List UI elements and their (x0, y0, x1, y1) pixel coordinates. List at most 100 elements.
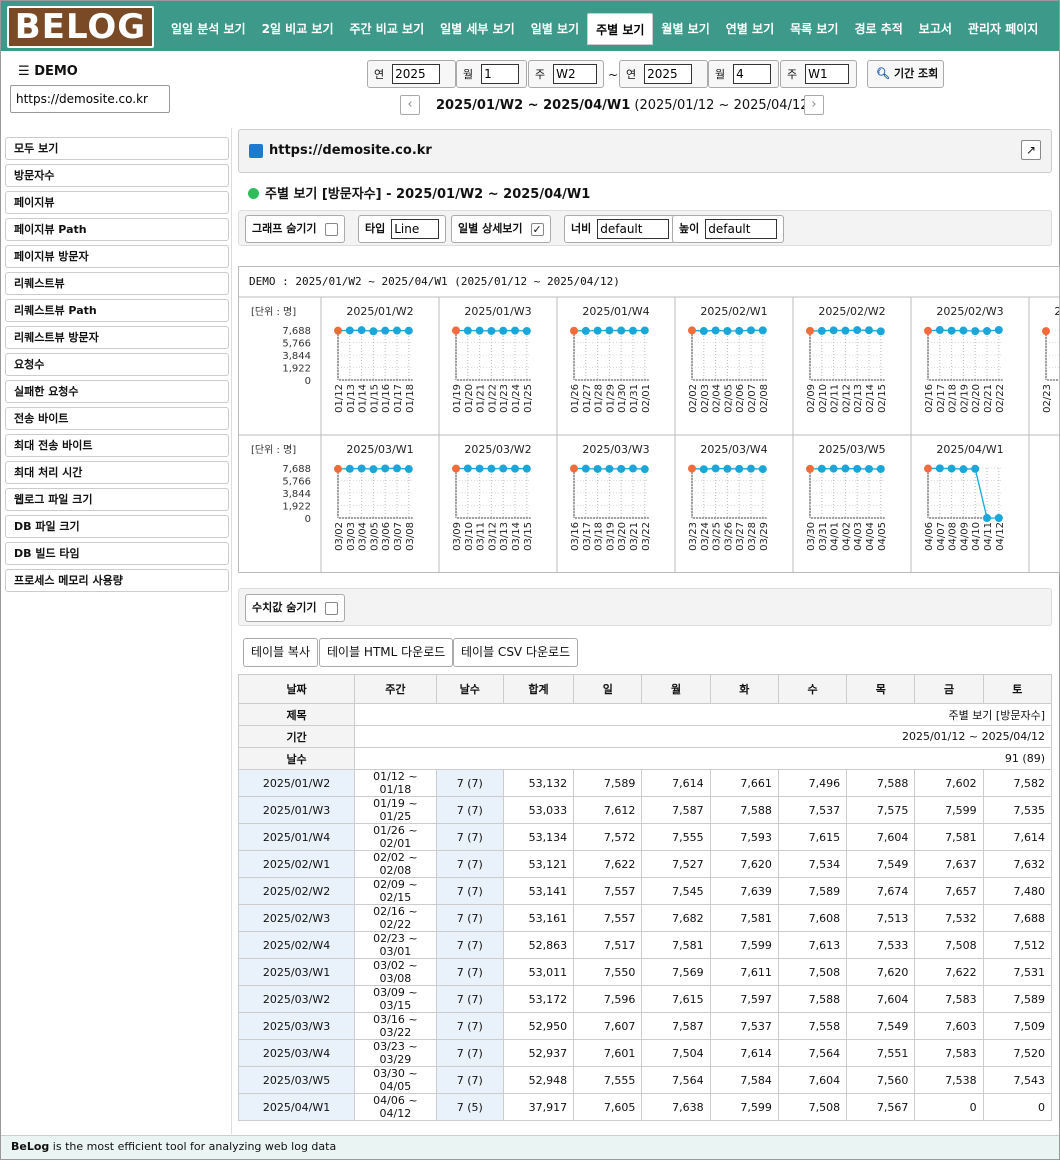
data-point[interactable] (699, 327, 708, 336)
data-point[interactable] (853, 464, 862, 473)
data-point[interactable] (994, 326, 1003, 334)
start-year-input[interactable] (392, 64, 441, 84)
sidebar-item[interactable]: 프로세스 메모리 사용량 (5, 569, 229, 592)
data-point[interactable] (865, 326, 873, 335)
end-year-input[interactable] (644, 64, 693, 84)
data-point[interactable] (452, 326, 460, 335)
data-point[interactable] (711, 464, 720, 473)
data-point[interactable] (404, 326, 413, 335)
data-point[interactable] (994, 514, 1003, 522)
nav-tab[interactable]: 일별 세부 보기 (432, 13, 523, 45)
data-point[interactable] (817, 326, 826, 335)
belog-logo[interactable]: BELOG (7, 6, 154, 48)
data-point[interactable] (735, 326, 744, 335)
data-point[interactable] (983, 514, 991, 522)
width-input[interactable] (597, 219, 670, 239)
data-point[interactable] (511, 326, 519, 335)
nav-tab[interactable]: 관리자 페이지 (960, 13, 1046, 45)
nav-tab[interactable]: 주간 비교 보기 (342, 13, 433, 45)
data-point[interactable] (758, 465, 767, 474)
sidebar-item[interactable]: DB 파일 크기 (5, 515, 229, 538)
data-point[interactable] (947, 326, 956, 335)
sidebar-item[interactable]: 요청수 (5, 353, 229, 376)
data-point[interactable] (959, 326, 968, 335)
menu-icon[interactable]: ☰ (18, 64, 30, 79)
data-point[interactable] (605, 464, 614, 473)
download-csv-button[interactable]: 테이블 CSV 다운로드 (453, 638, 579, 667)
external-link-icon[interactable]: ↗ (1021, 140, 1041, 160)
data-point[interactable] (841, 326, 850, 335)
next-period-button[interactable]: › (804, 95, 824, 115)
column-header[interactable]: 금 (914, 674, 984, 704)
data-point[interactable] (947, 464, 956, 473)
data-point[interactable] (817, 464, 826, 473)
end-week-input[interactable] (805, 64, 850, 84)
site-url-input[interactable] (10, 85, 170, 113)
data-point[interactable] (876, 327, 885, 336)
sidebar-item[interactable]: 페이지뷰 (5, 191, 229, 214)
data-point[interactable] (865, 464, 873, 473)
sidebar-item[interactable]: 최대 전송 바이트 (5, 434, 229, 457)
data-point[interactable] (334, 326, 342, 335)
data-point[interactable] (452, 464, 460, 473)
sidebar-item[interactable]: 모두 보기 (5, 137, 229, 160)
sidebar-item[interactable]: 리퀘스트뷰 (5, 272, 229, 295)
data-point[interactable] (629, 464, 637, 473)
data-point[interactable] (876, 464, 885, 473)
hide-values-checkbox[interactable] (324, 601, 338, 615)
data-point[interactable] (475, 326, 484, 335)
column-header[interactable]: 수 (777, 674, 848, 704)
data-point[interactable] (806, 326, 814, 335)
column-header[interactable]: 월 (641, 674, 711, 704)
data-point[interactable] (935, 464, 944, 473)
start-week-input[interactable] (553, 64, 598, 84)
data-point[interactable] (381, 464, 390, 473)
nav-tab[interactable]: 일일 분석 보기 (163, 13, 254, 45)
data-point[interactable] (723, 327, 732, 336)
data-point[interactable] (617, 464, 626, 473)
nav-tab[interactable]: 목록 보기 (782, 13, 846, 45)
prev-period-button[interactable]: ‹ (400, 95, 420, 115)
data-point[interactable] (570, 464, 578, 473)
daily-detail-option[interactable]: 일별 상세보기 ✓ (451, 215, 551, 243)
data-point[interactable] (806, 464, 814, 473)
data-point[interactable] (711, 326, 720, 335)
column-header[interactable]: 주간 (354, 674, 437, 704)
data-point[interactable] (971, 464, 980, 473)
data-point[interactable] (829, 326, 838, 335)
nav-tab[interactable]: 연별 보기 (718, 13, 782, 45)
data-point[interactable] (369, 465, 378, 474)
copy-table-button[interactable]: 테이블 복사 (243, 638, 319, 667)
column-header[interactable]: 날수 (435, 674, 504, 704)
data-point[interactable] (640, 465, 649, 474)
height-input[interactable] (705, 219, 778, 239)
data-point[interactable] (369, 327, 378, 336)
data-point[interactable] (747, 326, 755, 335)
data-point[interactable] (935, 326, 944, 335)
start-month-input[interactable] (481, 64, 520, 84)
data-point[interactable] (393, 464, 401, 473)
query-period-button[interactable]: 🔍︎ 기간 조회 (867, 60, 944, 88)
data-point[interactable] (605, 326, 614, 335)
data-point[interactable] (522, 326, 531, 335)
data-point[interactable] (699, 465, 708, 474)
sidebar-item[interactable]: 실패한 요청수 (5, 380, 229, 403)
sidebar-item[interactable]: 페이지뷰 방문자 (5, 245, 229, 268)
data-point[interactable] (463, 464, 472, 473)
data-point[interactable] (393, 326, 401, 335)
data-point[interactable] (499, 464, 508, 473)
daily-detail-checkbox[interactable]: ✓ (530, 222, 544, 236)
end-month-input[interactable] (733, 64, 772, 84)
column-header[interactable]: 일 (573, 674, 643, 704)
data-point[interactable] (640, 326, 649, 335)
data-point[interactable] (511, 464, 519, 473)
sidebar-item[interactable]: 웹로그 파일 크기 (5, 488, 229, 511)
data-point[interactable] (381, 326, 390, 335)
data-point[interactable] (345, 464, 354, 473)
data-point[interactable] (959, 465, 968, 474)
nav-tab[interactable]: 2일 비교 보기 (254, 13, 342, 45)
data-point[interactable] (735, 464, 744, 473)
sidebar-item[interactable]: 최대 처리 시간 (5, 461, 229, 484)
data-point[interactable] (841, 464, 850, 473)
hide-graph-checkbox[interactable] (324, 222, 338, 236)
